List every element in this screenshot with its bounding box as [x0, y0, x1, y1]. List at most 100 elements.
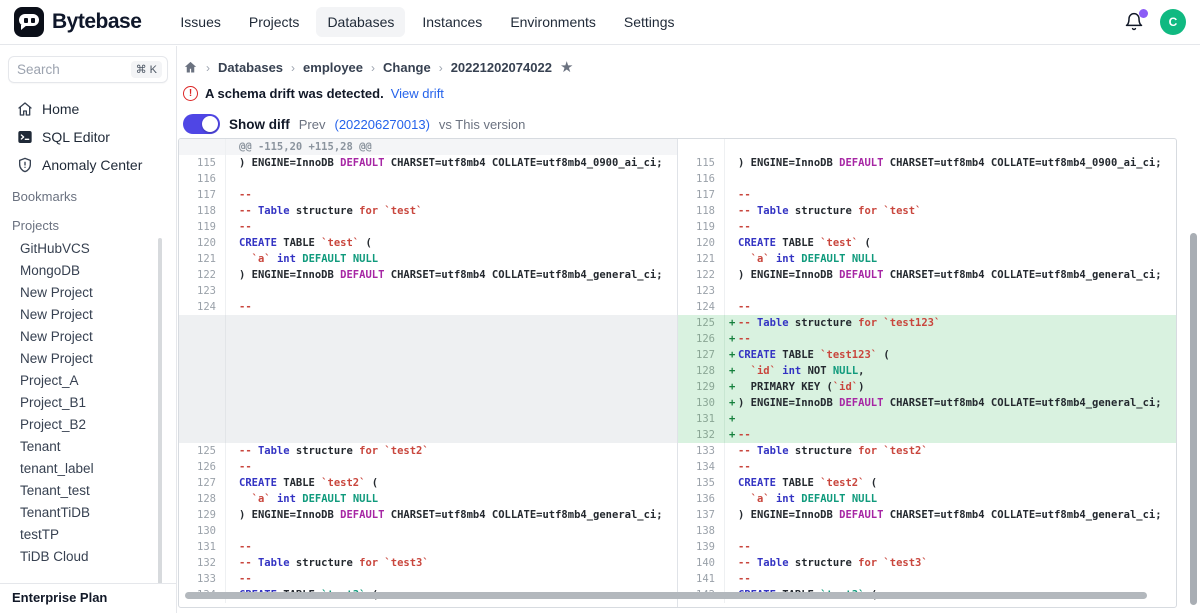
breadcrumb-item-employee[interactable]: employee — [303, 60, 363, 75]
diff-line: 122) ENGINE=InnoDB DEFAULT CHARSET=utf8m… — [678, 267, 1177, 283]
terminal-icon — [16, 129, 33, 146]
diff-line: 132+-- — [678, 427, 1177, 443]
search-input[interactable]: Search ⌘ K — [8, 56, 168, 83]
notification-bell-button[interactable] — [1124, 12, 1144, 32]
diff-line: 117-- — [179, 187, 677, 203]
project-item[interactable]: New Project — [0, 347, 176, 369]
diff-line: 137) ENGINE=InnoDB DEFAULT CHARSET=utf8m… — [678, 507, 1177, 523]
home-icon[interactable] — [183, 60, 198, 75]
project-item[interactable]: MongoDB — [0, 259, 176, 281]
diff-placeholder-line — [179, 379, 677, 395]
project-item[interactable]: Tenant_test — [0, 479, 176, 501]
nav-item-settings[interactable]: Settings — [613, 7, 686, 37]
diff-line: 138 — [678, 523, 1177, 539]
sidebar-section-bookmarks[interactable]: Bookmarks — [0, 179, 176, 208]
diff-line: 116 — [678, 171, 1177, 187]
diff-hunk-header: @@ -115,20 +115,28 @@ — [179, 139, 677, 155]
project-item[interactable]: New Project — [0, 303, 176, 325]
diff-line: 128+ `id` int NOT NULL, — [678, 363, 1177, 379]
project-item[interactable]: GitHubVCS — [0, 237, 176, 259]
project-item[interactable]: testTP — [0, 523, 176, 545]
breadcrumb-item-change[interactable]: Change — [383, 60, 431, 75]
diff-line: 116 — [179, 171, 677, 187]
nav-item-environments[interactable]: Environments — [499, 7, 607, 37]
diff-panel-previous: @@ -115,20 +115,28 @@115) ENGINE=InnoDB … — [179, 139, 678, 607]
diff-line: 124-- — [179, 299, 677, 315]
diff-placeholder-line — [179, 363, 677, 379]
sidebar-scrollbar[interactable] — [158, 238, 162, 598]
sidebar-item-anomaly-center[interactable]: Anomaly Center — [0, 151, 176, 179]
main-content: › Databases › employee › Change › 202212… — [178, 46, 1200, 613]
diff-placeholder-line — [179, 331, 677, 347]
brand[interactable]: Bytebase — [14, 7, 141, 37]
diff-line: 119-- — [678, 219, 1177, 235]
breadcrumb-separator: › — [439, 61, 443, 75]
diff-horizontal-scrollbar[interactable] — [185, 592, 1147, 599]
nav-item-projects[interactable]: Projects — [238, 7, 311, 37]
breadcrumb-item-databases[interactable]: Databases — [218, 60, 283, 75]
diff-placeholder-line — [179, 395, 677, 411]
alert-text: A schema drift was detected. — [205, 86, 384, 101]
sidebar-item-sql-editor[interactable]: SQL Editor — [0, 123, 176, 151]
breadcrumb-separator: › — [291, 61, 295, 75]
diff-line: 140-- Table structure for `test3` — [678, 555, 1177, 571]
diff-line: 121 `a` int DEFAULT NULL — [678, 251, 1177, 267]
project-item[interactable]: New Project — [0, 325, 176, 347]
project-item[interactable]: New Project — [0, 281, 176, 303]
diff-line: 127+CREATE TABLE `test123` ( — [678, 347, 1177, 363]
avatar[interactable]: C — [1160, 9, 1186, 35]
diff-line: 129+ PRIMARY KEY (`id`) — [678, 379, 1177, 395]
diff-line: 133-- — [179, 571, 677, 587]
diff-line: 122) ENGINE=InnoDB DEFAULT CHARSET=utf8m… — [179, 267, 677, 283]
nav-item-databases[interactable]: Databases — [316, 7, 405, 37]
project-item[interactable]: tenant_label — [0, 457, 176, 479]
diff-line: 130+) ENGINE=InnoDB DEFAULT CHARSET=utf8… — [678, 395, 1177, 411]
breadcrumb-separator: › — [206, 61, 210, 75]
prev-label: Prev — [299, 117, 326, 132]
sidebar-section-projects[interactable]: Projects — [0, 208, 176, 237]
diff-line — [678, 139, 1177, 155]
search-shortcut-kbd: ⌘ K — [131, 61, 162, 78]
diff-line: 121 `a` int DEFAULT NULL — [179, 251, 677, 267]
diff-line: 124-- — [678, 299, 1177, 315]
vs-this-version-label: vs This version — [439, 117, 525, 132]
diff-line: 123 — [179, 283, 677, 299]
diff-line: 126+-- — [678, 331, 1177, 347]
breadcrumb-separator: › — [371, 61, 375, 75]
view-drift-link[interactable]: View drift — [391, 86, 444, 101]
nav-item-instances[interactable]: Instances — [411, 7, 493, 37]
nav-item-issues[interactable]: Issues — [169, 7, 231, 37]
sidebar-item-label: Anomaly Center — [42, 157, 142, 173]
diff-line: 135CREATE TABLE `test2` ( — [678, 475, 1177, 491]
diff-line: 120CREATE TABLE `test` ( — [678, 235, 1177, 251]
diff-line: 117-- — [678, 187, 1177, 203]
bytebase-app: Bytebase IssuesProjectsDatabasesInstance… — [0, 0, 1200, 613]
project-item[interactable]: Tenant — [0, 435, 176, 457]
project-item[interactable]: Project_B2 — [0, 413, 176, 435]
diff-placeholder-line — [179, 427, 677, 443]
breadcrumb-item-version[interactable]: 20221202074022 — [451, 60, 552, 75]
diff-line: 136 `a` int DEFAULT NULL — [678, 491, 1177, 507]
project-list: GitHubVCSMongoDBNew ProjectNew ProjectNe… — [0, 237, 176, 567]
schema-drift-alert: ! A schema drift was detected. View drif… — [178, 76, 1200, 102]
sidebar-item-label: Home — [42, 101, 79, 117]
project-item[interactable]: TiDB Cloud — [0, 545, 176, 567]
schema-diff-viewer: @@ -115,20 +115,28 @@115) ENGINE=InnoDB … — [178, 138, 1177, 608]
bytebase-logo-icon — [14, 7, 44, 37]
home-icon — [16, 101, 33, 118]
diff-line: 127CREATE TABLE `test2` ( — [179, 475, 677, 491]
prev-version-link[interactable]: (202206270013) — [334, 117, 429, 132]
sidebar-item-home[interactable]: Home — [0, 95, 176, 123]
nav-menu: IssuesProjectsDatabasesInstancesEnvironm… — [169, 7, 685, 37]
project-item[interactable]: TenantTiDB — [0, 501, 176, 523]
show-diff-toggle[interactable] — [183, 114, 220, 134]
project-item[interactable]: Project_A — [0, 369, 176, 391]
diff-line: 115) ENGINE=InnoDB DEFAULT CHARSET=utf8m… — [179, 155, 677, 171]
project-item[interactable]: Project_B1 — [0, 391, 176, 413]
page-scrollbar[interactable] — [1190, 233, 1197, 605]
diff-line: 134-- — [678, 459, 1177, 475]
diff-panel-current: 115) ENGINE=InnoDB DEFAULT CHARSET=utf8m… — [678, 139, 1177, 607]
notification-badge — [1139, 9, 1148, 18]
diff-line: 125-- Table structure for `test2` — [179, 443, 677, 459]
star-icon[interactable]: ★ — [560, 60, 573, 75]
